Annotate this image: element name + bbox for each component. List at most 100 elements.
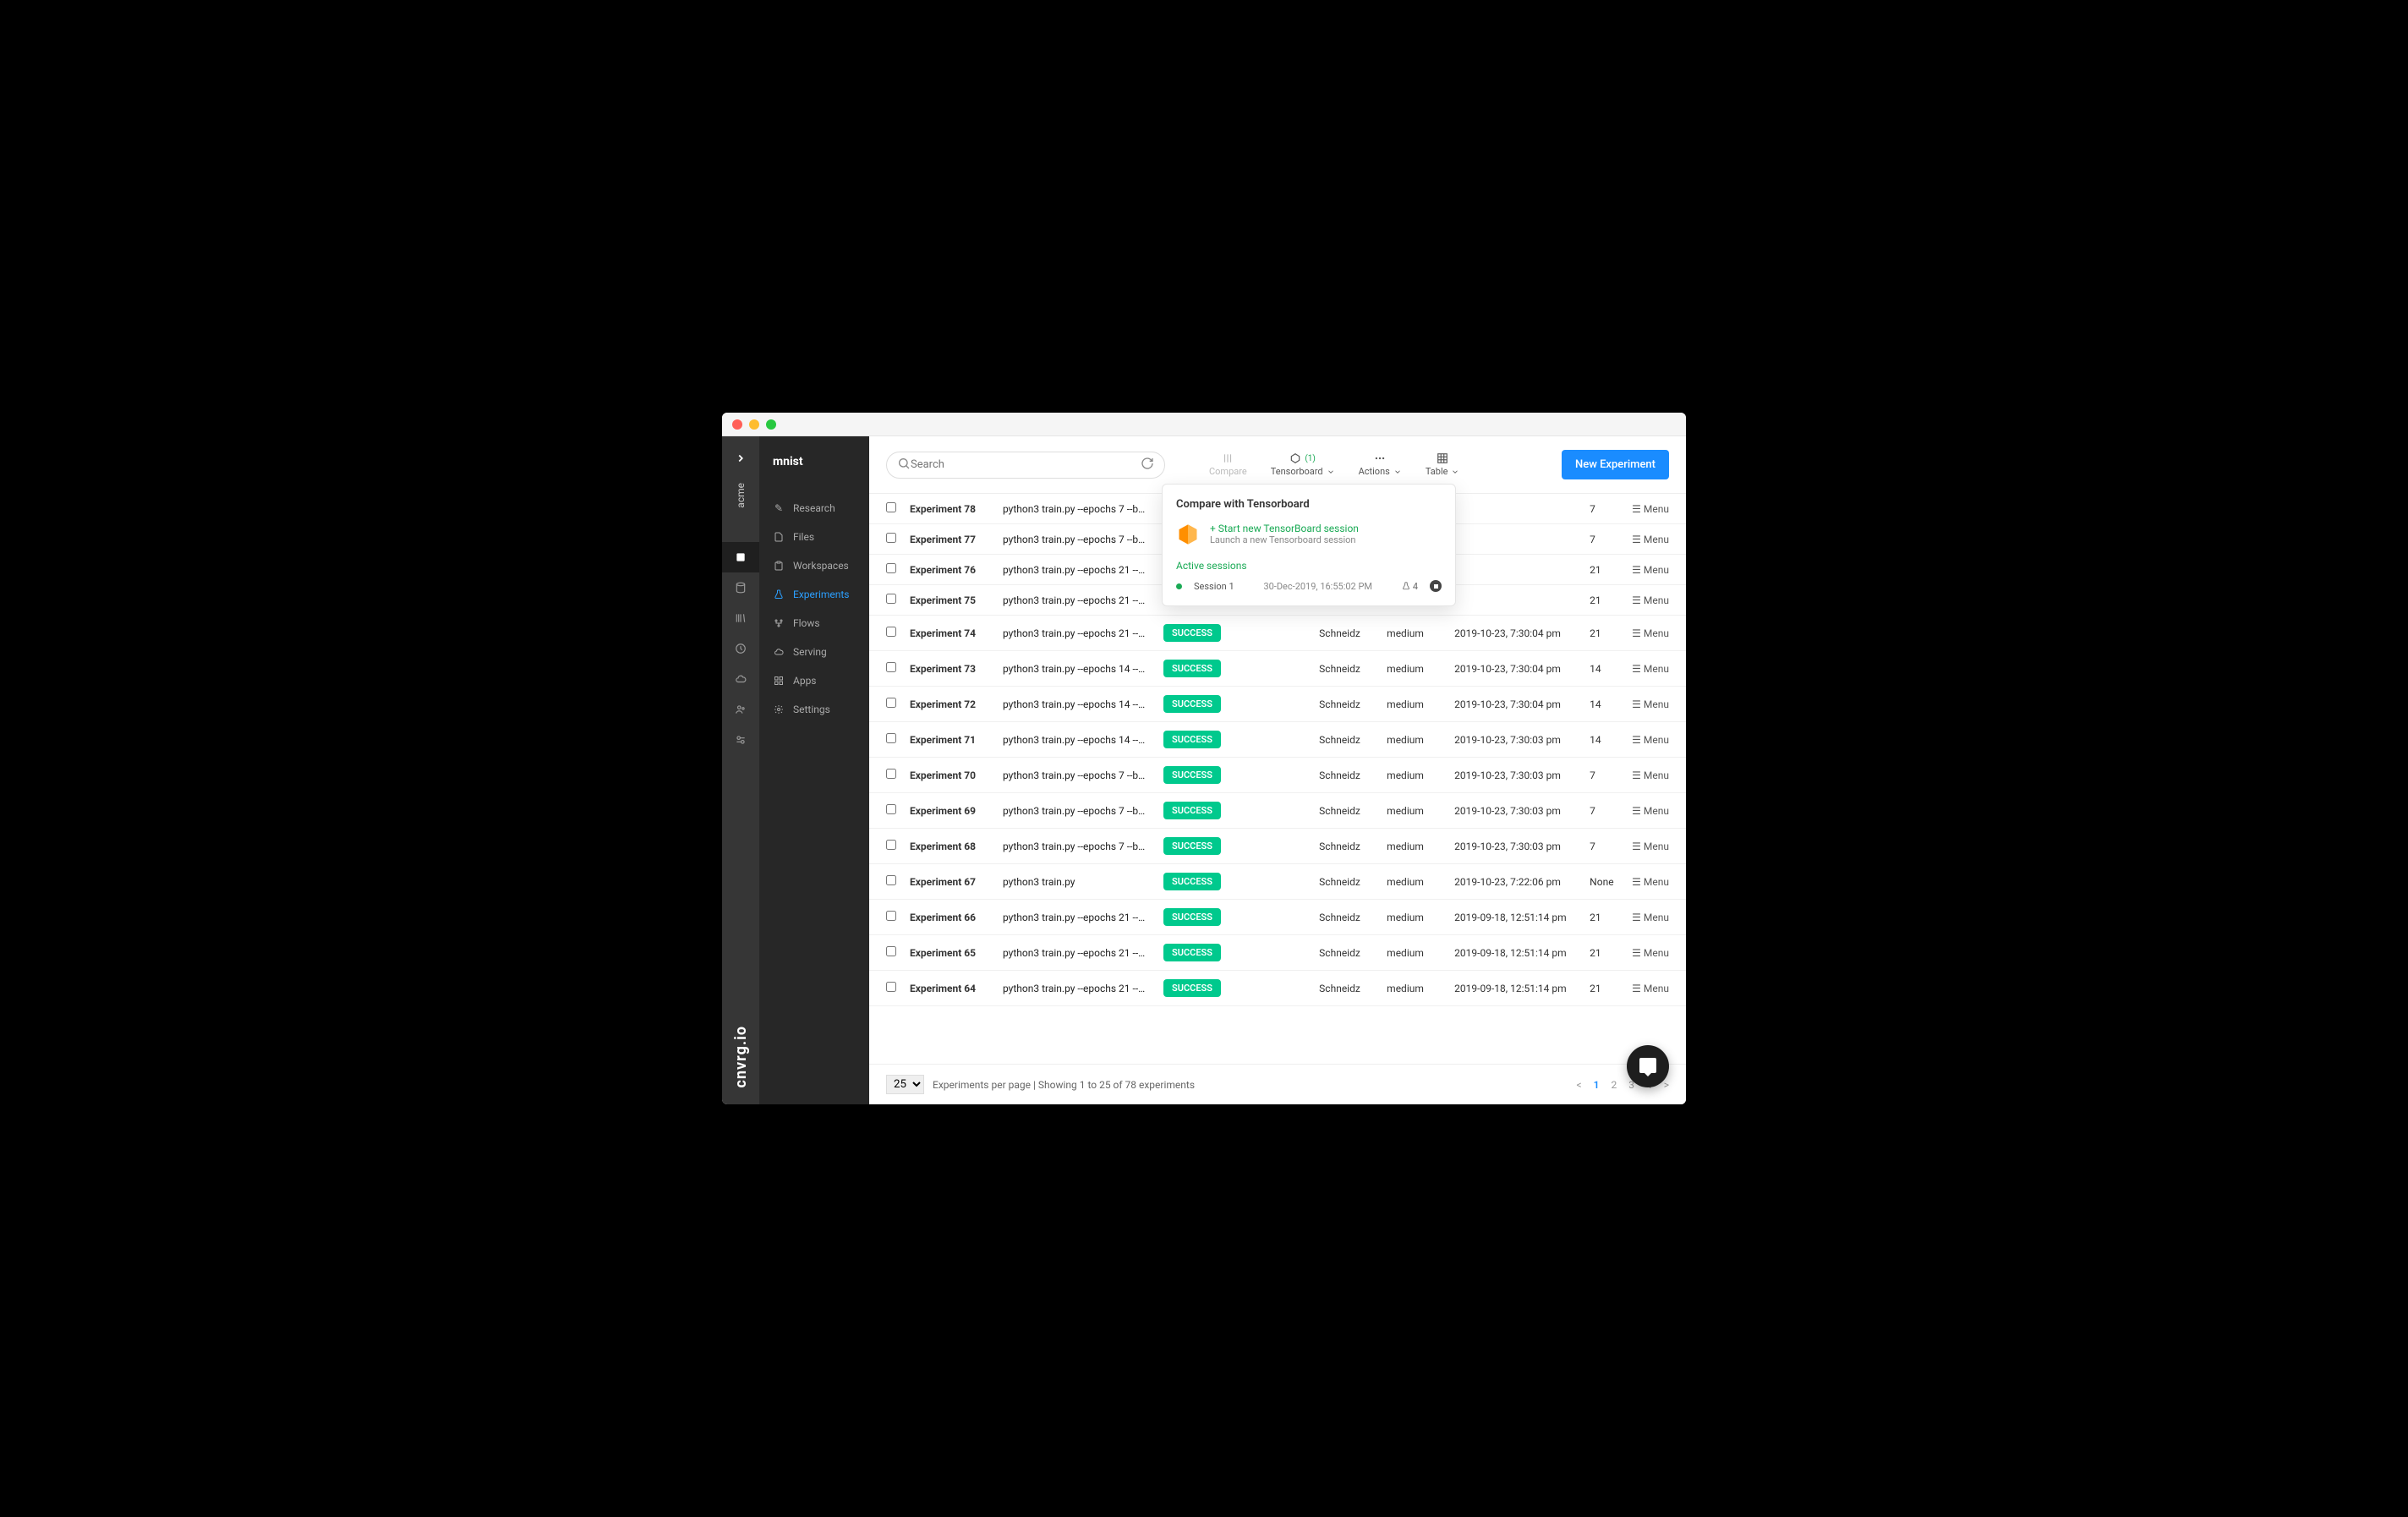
rail-library-icon[interactable] [722, 603, 759, 633]
session-row[interactable]: Session 1 30-Dec-2019, 16:55:02 PM 4 [1176, 580, 1442, 592]
table-row[interactable]: Experiment 69 python3 train.py --epochs … [869, 793, 1686, 829]
experiment-template: medium [1380, 864, 1448, 900]
rail-compute-icon[interactable] [722, 633, 759, 664]
row-checkbox[interactable] [886, 533, 896, 543]
experiment-name: Experiment 74 [903, 616, 996, 651]
flask-icon [1402, 582, 1410, 590]
row-menu-button[interactable]: ☰ Menu [1632, 734, 1669, 746]
experiment-epochs: 7 [1583, 793, 1625, 829]
maximize-window-button[interactable] [766, 419, 776, 430]
table-row[interactable]: Experiment 70 python3 train.py --epochs … [869, 758, 1686, 793]
row-checkbox[interactable] [886, 982, 896, 992]
experiment-command: python3 train.py --epochs 21 --batch_... [996, 585, 1157, 616]
search-input[interactable] [911, 458, 1141, 471]
close-window-button[interactable] [732, 419, 742, 430]
nav-rail: acme cnvrg.io [722, 436, 759, 1104]
rail-users-icon[interactable] [722, 694, 759, 725]
chat-icon [1638, 1056, 1658, 1076]
sidebar-item-settings[interactable]: Settings [759, 695, 869, 724]
minimize-window-button[interactable] [749, 419, 759, 430]
sidebar-item-apps[interactable]: Apps [759, 666, 869, 695]
row-checkbox[interactable] [886, 911, 896, 921]
tensorboard-button[interactable]: (1) Tensorboard [1264, 452, 1342, 477]
row-checkbox[interactable] [886, 875, 896, 885]
experiment-template: medium [1380, 616, 1448, 651]
experiment-time: 2019-09-18, 12:51:14 pm [1448, 971, 1583, 1006]
rail-datasets-icon[interactable] [722, 572, 759, 603]
experiment-name: Experiment 69 [903, 793, 996, 829]
row-menu-button[interactable]: ☰ Menu [1632, 534, 1669, 545]
pager-next[interactable]: > [1664, 1079, 1669, 1091]
sidebar-item-research[interactable]: ✎ Research [759, 494, 869, 523]
rail-settings-icon[interactable] [722, 725, 759, 755]
table-row[interactable]: Experiment 64 python3 train.py --epochs … [869, 971, 1686, 1006]
experiment-time: 2019-09-18, 12:51:14 pm [1448, 935, 1583, 971]
experiment-epochs: 21 [1583, 971, 1625, 1006]
row-checkbox[interactable] [886, 594, 896, 604]
pager-page-1[interactable]: 1 [1594, 1079, 1600, 1091]
chat-fab-button[interactable] [1627, 1045, 1669, 1087]
experiment-status: SUCCESS [1157, 722, 1312, 758]
sidebar-item-flows[interactable]: Flows [759, 609, 869, 638]
experiment-name: Experiment 71 [903, 722, 996, 758]
rail-projects-icon[interactable] [722, 542, 759, 572]
sidebar-item-experiments[interactable]: Experiments [759, 580, 869, 609]
experiment-time [1448, 494, 1583, 524]
chevron-down-icon [1327, 468, 1335, 476]
row-checkbox[interactable] [886, 804, 896, 814]
row-menu-button[interactable]: ☰ Menu [1632, 564, 1669, 576]
table-row[interactable]: Experiment 74 python3 train.py --epochs … [869, 616, 1686, 651]
experiment-epochs: 21 [1583, 585, 1625, 616]
row-menu-button[interactable]: ☰ Menu [1632, 627, 1669, 639]
experiment-name: Experiment 64 [903, 971, 996, 1006]
sidebar-item-label: Research [793, 502, 835, 514]
experiment-name: Experiment 67 [903, 864, 996, 900]
row-menu-button[interactable]: ☰ Menu [1632, 912, 1669, 923]
row-menu-button[interactable]: ☰ Menu [1632, 876, 1669, 888]
experiment-time: 2019-10-23, 7:30:03 pm [1448, 829, 1583, 864]
row-checkbox[interactable] [886, 563, 896, 573]
row-menu-button[interactable]: ☰ Menu [1632, 769, 1669, 781]
experiment-command: python3 train.py --epochs 7 --batch_si..… [996, 524, 1157, 555]
row-checkbox[interactable] [886, 698, 896, 708]
table-view-button[interactable]: Table [1419, 452, 1467, 477]
row-menu-button[interactable]: ☰ Menu [1632, 663, 1669, 675]
table-row[interactable]: Experiment 68 python3 train.py --epochs … [869, 829, 1686, 864]
row-checkbox[interactable] [886, 733, 896, 743]
row-checkbox[interactable] [886, 502, 896, 512]
sidebar-item-workspaces[interactable]: Workspaces [759, 551, 869, 580]
row-menu-button[interactable]: ☰ Menu [1632, 698, 1669, 710]
table-row[interactable]: Experiment 72 python3 train.py --epochs … [869, 687, 1686, 722]
row-checkbox[interactable] [886, 662, 896, 672]
refresh-icon[interactable] [1141, 457, 1154, 474]
row-menu-button[interactable]: ☰ Menu [1632, 947, 1669, 959]
experiment-epochs: 14 [1583, 651, 1625, 687]
per-page-select[interactable]: 25 [886, 1075, 924, 1094]
actions-button[interactable]: Actions [1352, 452, 1409, 477]
start-tensorboard-link[interactable]: + Start new TensorBoard session [1210, 523, 1359, 534]
row-checkbox[interactable] [886, 946, 896, 956]
experiment-command: python3 train.py --epochs 21 --batch_... [996, 971, 1157, 1006]
sidebar-item-files[interactable]: Files [759, 523, 869, 551]
table-row[interactable]: Experiment 66 python3 train.py --epochs … [869, 900, 1686, 935]
row-menu-button[interactable]: ☰ Menu [1632, 841, 1669, 852]
table-row[interactable]: Experiment 67 python3 train.py SUCCESS S… [869, 864, 1686, 900]
table-row[interactable]: Experiment 71 python3 train.py --epochs … [869, 722, 1686, 758]
row-menu-button[interactable]: ☰ Menu [1632, 503, 1669, 515]
row-menu-button[interactable]: ☰ Menu [1632, 805, 1669, 817]
new-experiment-button[interactable]: New Experiment [1562, 450, 1669, 479]
row-checkbox[interactable] [886, 769, 896, 779]
expand-rail-icon[interactable] [735, 452, 747, 468]
sidebar-item-serving[interactable]: Serving [759, 638, 869, 666]
row-checkbox[interactable] [886, 840, 896, 850]
stop-session-icon[interactable] [1430, 580, 1442, 592]
rail-cloud-icon[interactable] [722, 664, 759, 694]
pager-page-2[interactable]: 2 [1611, 1079, 1617, 1091]
row-menu-button[interactable]: ☰ Menu [1632, 983, 1669, 994]
row-menu-button[interactable]: ☰ Menu [1632, 594, 1669, 606]
table-row[interactable]: Experiment 73 python3 train.py --epochs … [869, 651, 1686, 687]
row-checkbox[interactable] [886, 627, 896, 637]
experiment-command: python3 train.py --epochs 14 --batch_... [996, 687, 1157, 722]
pager-prev[interactable]: < [1577, 1079, 1582, 1091]
table-row[interactable]: Experiment 65 python3 train.py --epochs … [869, 935, 1686, 971]
